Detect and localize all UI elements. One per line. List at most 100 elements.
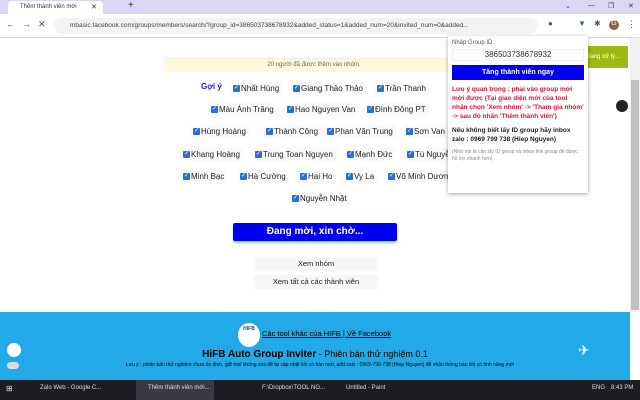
member-checkbox[interactable]: ✓ Hùng Hoàng xyxy=(190,125,249,138)
footer-title: HiFB Auto Group Inviter xyxy=(202,349,317,360)
member-name: Mạnh Đức xyxy=(355,150,393,159)
member-name: Hai Ho xyxy=(308,172,333,181)
taskbar-item-explorer[interactable]: F:\Dropbox\TOOL NG... xyxy=(262,385,325,391)
member-checkbox[interactable]: ✓ Minh Bạc xyxy=(180,170,228,183)
checkbox-checked-icon[interactable]: ✓ xyxy=(183,151,190,158)
tab-bar: Thêm thành viên mới ✕ + ⌄ — ❐ ✕ xyxy=(0,0,640,14)
checkbox-checked-icon[interactable]: ✓ xyxy=(193,128,200,135)
extension-icon[interactable]: ● xyxy=(548,19,553,28)
avatar[interactable]: G xyxy=(609,20,619,30)
add-members-button[interactable]: Tăng thành viên ngay xyxy=(452,65,584,80)
checkbox-checked-icon[interactable]: ✓ xyxy=(367,106,374,113)
tab-search-icon[interactable]: ⌄ xyxy=(565,2,571,10)
checkbox-checked-icon[interactable]: ✓ xyxy=(293,85,300,92)
windows-start-icon[interactable]: ⊞ xyxy=(6,384,13,393)
minimize-icon[interactable]: — xyxy=(588,2,595,9)
member-checkbox[interactable]: ✓ Vy La xyxy=(343,170,378,183)
checkbox-checked-icon[interactable]: ✓ xyxy=(377,85,384,92)
checkbox-checked-icon[interactable]: ✓ xyxy=(211,106,218,113)
footer-note: Lưu ý : phiên bản thử nghiệm chưa ổn địn… xyxy=(125,362,515,368)
group-id-input[interactable]: 386503738678932 xyxy=(452,49,584,61)
language-indicator[interactable]: ENG xyxy=(592,385,605,391)
member-checkbox[interactable]: ✓ Mạnh Đức xyxy=(344,148,396,161)
member-checkbox[interactable]: ✓ Phan Văn Trung xyxy=(324,125,396,138)
contact-text: Nếu không biết lấy ID group hãy inbox za… xyxy=(452,127,571,143)
member-checkbox[interactable]: ✓ Hao Nguyen Van xyxy=(284,103,359,116)
member-name: Khang Hoàng xyxy=(191,150,240,159)
member-checkbox[interactable]: ✓ Nguyễn Nhật xyxy=(289,192,350,205)
invite-button[interactable]: Đang mời, xin chờ... xyxy=(233,223,397,241)
checkbox-checked-icon[interactable]: ✓ xyxy=(300,173,307,180)
facebook-link[interactable]: Về Facebook xyxy=(347,329,391,338)
footer-version: - Phiên bản thử nghiệm 0.1 xyxy=(316,349,428,359)
member-name: Phan Văn Trung xyxy=(335,127,393,136)
taskbar-item-zalo[interactable]: Zalo Web - Google C... xyxy=(40,385,101,391)
restore-icon[interactable]: ❐ xyxy=(608,2,614,10)
member-checkbox[interactable]: ✓ Đình Đông PT xyxy=(364,103,429,116)
member-checkbox[interactable]: ✓ Khang Hoàng xyxy=(180,148,243,161)
checkbox-checked-icon[interactable]: ✓ xyxy=(292,195,299,202)
menu-icon[interactable]: ⋮ xyxy=(627,19,636,30)
member-name: Thành Công xyxy=(274,127,319,136)
view-all-members-link[interactable]: Xem tất cả các thành viên xyxy=(254,275,378,289)
scrollbar-thumb[interactable] xyxy=(631,80,639,310)
member-checkbox[interactable]: ✓ Hà Cường xyxy=(237,170,289,183)
taskbar-item-chrome[interactable]: Thêm thành viên mới... xyxy=(136,380,214,400)
member-name: Đình Đông PT xyxy=(375,105,426,114)
member-name: Hùng Hoàng xyxy=(201,127,246,136)
member-checkbox[interactable]: ✓ Sơn Van xyxy=(403,125,448,138)
group-id-label: Nhập Group ID : xyxy=(452,40,496,46)
back-icon[interactable]: ← xyxy=(6,19,15,29)
other-tools-link[interactable]: Các tool khác của HIFB xyxy=(262,329,341,338)
member-name: Nguyễn Nhật xyxy=(300,194,347,203)
checkbox-checked-icon[interactable]: ✓ xyxy=(346,173,353,180)
member-name: Hà Cường xyxy=(248,172,286,181)
member-checkbox[interactable]: ✓ Võ Minh Dương xyxy=(385,170,456,183)
hifb-logo: HIFB xyxy=(238,323,260,347)
member-name: Võ Minh Dương xyxy=(396,172,453,181)
checkbox-checked-icon[interactable]: ✓ xyxy=(255,151,262,158)
checkbox-checked-icon[interactable]: ✓ xyxy=(233,85,240,92)
member-checkbox[interactable]: ✓ Thành Công xyxy=(263,125,322,138)
member-name: Giang Thảo Thảo xyxy=(301,84,363,93)
clock[interactable]: 8:43 PM xyxy=(611,385,633,391)
checkbox-checked-icon[interactable]: ✓ xyxy=(240,173,247,180)
toggle[interactable] xyxy=(7,362,19,369)
member-name: Nhất Hùng xyxy=(241,84,280,93)
stop-icon[interactable]: ✕ xyxy=(38,19,46,30)
url-input[interactable]: mbasic.facebook.com/groups/members/searc… xyxy=(54,18,538,34)
checkbox-checked-icon[interactable]: ✓ xyxy=(327,128,334,135)
tab-title: Thêm thành viên mới xyxy=(20,4,77,10)
checkbox-checked-icon[interactable]: ✓ xyxy=(183,173,190,180)
member-name: Sơn Van xyxy=(414,127,445,136)
note-text: (Nhớ nói là cần lấy ID group và inbox li… xyxy=(452,149,578,162)
member-name: Màu Ánh Trăng xyxy=(219,105,274,114)
chat-icon[interactable] xyxy=(616,100,628,112)
new-tab-icon[interactable]: + xyxy=(128,0,134,11)
suggest-label: Gợi ý xyxy=(201,82,222,91)
close-window-icon[interactable]: ✕ xyxy=(628,2,634,10)
puzzle-icon[interactable]: ✱ xyxy=(594,19,601,28)
checkbox-checked-icon[interactable]: ✓ xyxy=(406,128,413,135)
hifb-extension-icon[interactable]: ▼ xyxy=(578,19,586,28)
checkbox-checked-icon[interactable]: ✓ xyxy=(347,151,354,158)
taskbar-item-paint[interactable]: Untitled - Paint xyxy=(346,385,385,391)
checkbox-checked-icon[interactable]: ✓ xyxy=(266,128,273,135)
member-checkbox[interactable]: ✓ Màu Ánh Trăng xyxy=(208,103,277,116)
forward-icon[interactable]: → xyxy=(22,19,31,29)
close-tab-icon[interactable]: ✕ xyxy=(91,3,97,11)
member-checkbox[interactable]: ✓ Nhất Hùng xyxy=(230,82,283,95)
footer xyxy=(0,312,630,380)
checkbox-checked-icon[interactable]: ✓ xyxy=(407,151,414,158)
member-name: Hao Nguyen Van xyxy=(295,105,356,114)
member-checkbox[interactable]: ✓ Trần Thanh xyxy=(374,82,429,95)
tab-active[interactable]: Thêm thành viên mới ✕ xyxy=(8,1,103,14)
view-group-link[interactable]: Xem nhóm xyxy=(254,257,378,271)
notice-banner: 20 người đã được thêm vào nhóm. xyxy=(164,58,464,72)
member-checkbox[interactable]: ✓ Hai Ho xyxy=(297,170,336,183)
member-checkbox[interactable]: ✓ Giang Thảo Thảo xyxy=(290,82,366,95)
member-checkbox[interactable]: ✓ Trung Toan Nguyen xyxy=(252,148,336,161)
checkbox-checked-icon[interactable]: ✓ xyxy=(287,106,294,113)
checkbox-checked-icon[interactable]: ✓ xyxy=(388,173,395,180)
member-name: Vy La xyxy=(354,172,375,181)
